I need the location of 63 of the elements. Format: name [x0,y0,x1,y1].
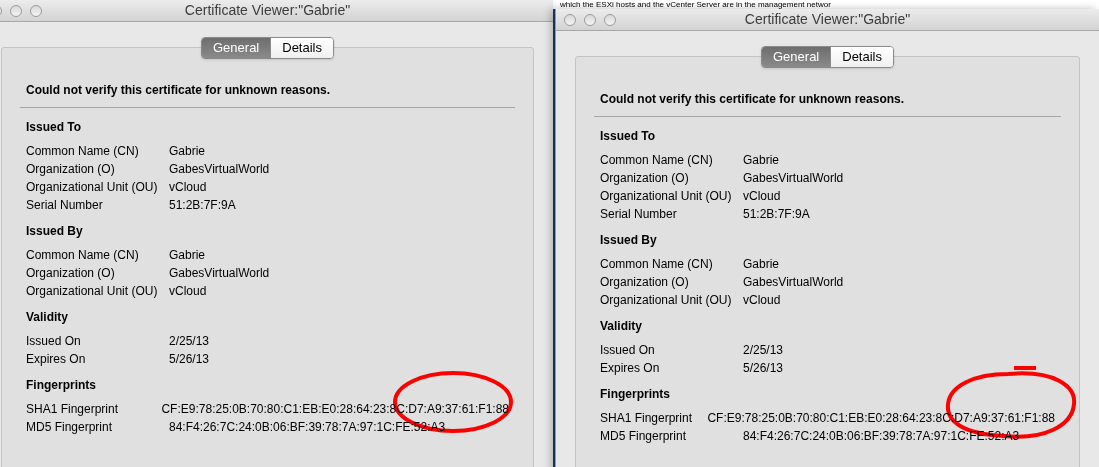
field-label: Serial Number [26,197,104,214]
field-label: MD5 Fingerprint [600,428,688,445]
field-label: Issued On [600,342,656,359]
section-heading: Issued By [600,232,658,249]
field-label: Organization (O) [26,161,116,178]
field-label: Common Name (CN) [600,256,714,273]
field-label: Organizational Unit (OU) [600,292,733,309]
tab[interactable]: Details [270,38,333,58]
section-heading: Fingerprints [26,377,97,394]
section-heading: Issued To [26,119,83,136]
field-label: Expires On [26,351,87,368]
warning-message: Could not verify this certificate for unknown reasons. [600,91,906,108]
window-control-button[interactable] [30,5,42,17]
section-heading: Issued To [600,128,657,145]
tab[interactable]: General [762,47,831,67]
field-label: Issued On [26,333,82,350]
field-label: SHA1 Fingerprint [26,401,120,418]
field-value: Gabrie [743,256,780,273]
field-value: vCloud [169,283,207,300]
field-value: Gabrie [169,143,206,160]
section-heading: Issued By [26,223,84,240]
field-value: GabesVirtualWorld [169,161,270,178]
section-heading: Validity [26,309,70,326]
field-label: SHA1 Fingerprint [600,410,694,427]
window-control-button[interactable] [564,14,576,26]
section-heading: Validity [600,318,644,335]
background-text: which the ESXi hosts and the vCenter Server are in the management networ [560,0,831,9]
field-value: vCloud [169,179,207,196]
field-value: vCloud [743,292,781,309]
field-label: Organizational Unit (OU) [26,283,159,300]
field-label: Common Name (CN) [600,152,714,169]
field-label: Expires On [600,360,661,377]
field-value: GabesVirtualWorld [743,274,844,291]
field-value: 2/25/13 [169,333,210,350]
section-heading: Fingerprints [600,386,671,403]
field-value: 5/26/13 [743,360,784,377]
window-control-button[interactable] [604,14,616,26]
field-value: 84:F4:26:7C:24:0B:06:BF:39:78:7A:97:1C:FE:52:A3 [743,428,1020,445]
field-label: Organization (O) [600,170,690,187]
field-value: GabesVirtualWorld [743,170,844,187]
window-control-button[interactable] [10,5,22,17]
window-title: Certificate Viewer:"Gabrie" [184,1,351,20]
field-label: MD5 Fingerprint [26,419,114,436]
warning-message: Could not verify this certificate for unknown reasons. [26,82,332,99]
field-label: Organizational Unit (OU) [600,188,733,205]
field-label: Organization (O) [600,274,690,291]
field-value: Gabrie [169,247,206,264]
field-value: 5/26/13 [169,351,210,368]
field-value: Gabrie [743,152,780,169]
tab[interactable]: Details [830,47,893,67]
field-label: Organizational Unit (OU) [26,179,159,196]
field-value: 51:2B:7F:9A [169,197,236,214]
window-control-button[interactable] [584,14,596,26]
field-label: Serial Number [600,206,678,223]
field-label: Common Name (CN) [26,143,140,160]
window-title: Certificate Viewer:"Gabrie" [744,10,911,29]
field-label: Common Name (CN) [26,247,140,264]
field-value: GabesVirtualWorld [169,265,270,282]
field-label: Organization (O) [26,265,116,282]
field-value: 2/25/13 [743,342,784,359]
field-value: vCloud [743,188,781,205]
field-value: 51:2B:7F:9A [743,206,810,223]
tab[interactable]: General [202,38,271,58]
